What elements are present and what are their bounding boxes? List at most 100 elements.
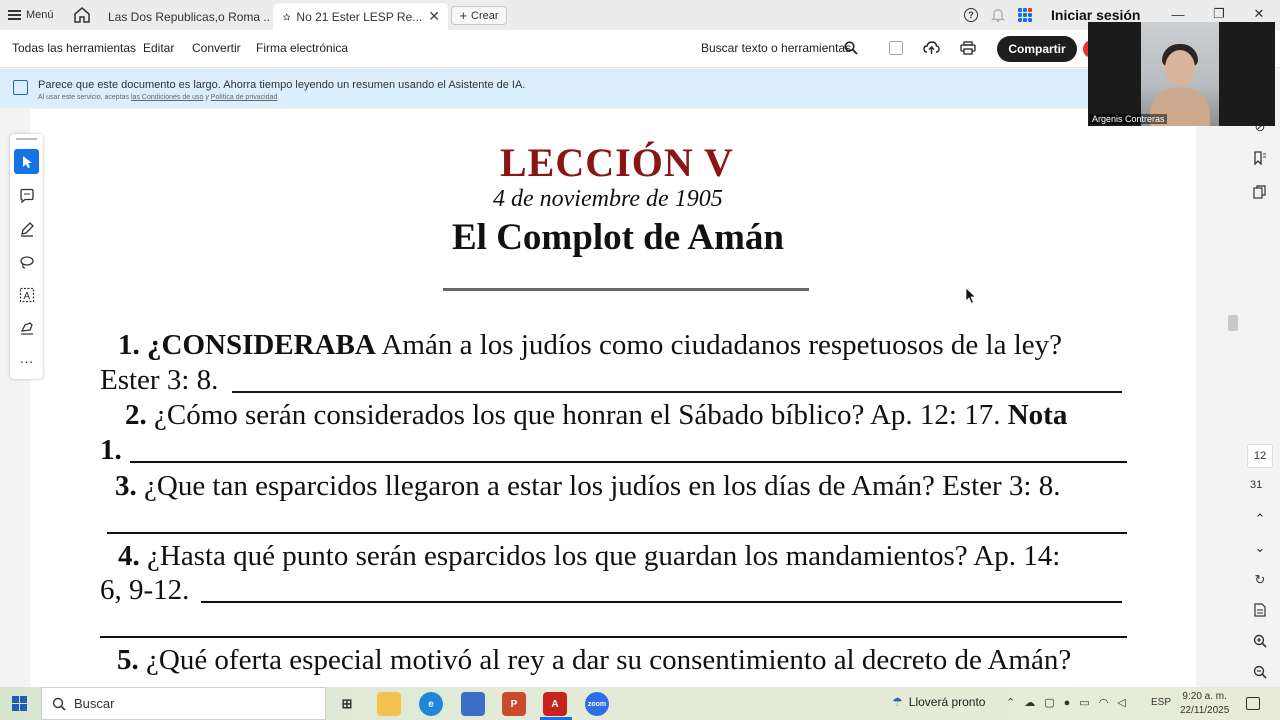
- question-number: 4.: [118, 540, 140, 572]
- clock[interactable]: 9:20 a. m. 22/11/2025: [1180, 690, 1229, 718]
- mouse-cursor: [965, 287, 977, 305]
- title-divider: [443, 288, 809, 291]
- question-1-text: Amán a los judíos como ciudadanos respet…: [381, 329, 1063, 361]
- question-number: 5.: [117, 644, 139, 676]
- participant-face: [1165, 50, 1195, 86]
- rotate-icon[interactable]: ↻: [1253, 572, 1267, 587]
- mic-icon[interactable]: ●: [1064, 697, 1071, 709]
- question-3-text: ¿Que tan esparcidos llegaron a estar los…: [144, 470, 1061, 502]
- question-1-reference: Ester 3: 8.: [100, 364, 219, 396]
- pages-icon[interactable]: [1253, 185, 1267, 199]
- question-1: 1. ¿CONSIDERABA Amán a los judíos como c…: [118, 329, 1062, 362]
- clock-time: 9:20 a. m.: [1182, 691, 1227, 702]
- meet-icon[interactable]: ▢: [1044, 696, 1054, 709]
- file-explorer-icon[interactable]: [377, 692, 401, 716]
- menu-label: Menú: [26, 9, 54, 21]
- tab-label: Las Dos Republicas,o Roma ...: [108, 9, 270, 24]
- document-icon[interactable]: [1253, 603, 1267, 617]
- print-icon[interactable]: [960, 41, 976, 55]
- sign-tool[interactable]: [14, 315, 39, 340]
- weather-widget[interactable]: ☂ Lloverá pronto: [892, 695, 985, 709]
- volume-icon[interactable]: ◁: [1117, 696, 1125, 709]
- signin-link[interactable]: Iniciar sesión: [1051, 7, 1140, 23]
- question-number: 3.: [115, 470, 137, 502]
- banner-sub-prefix: Al usar este servicio, aceptas: [38, 94, 130, 101]
- store-icon[interactable]: [461, 692, 485, 716]
- terms-link[interactable]: las Condiciones de uso: [131, 94, 203, 101]
- minimize-icon[interactable]: —: [1167, 4, 1189, 24]
- answer-line: [201, 601, 1122, 603]
- create-button[interactable]: + Crear: [451, 6, 507, 25]
- note-number: 1.: [100, 434, 122, 466]
- cloud-upload-icon[interactable]: [923, 40, 940, 56]
- answer-line: [130, 461, 1127, 463]
- save-icon[interactable]: [889, 41, 903, 55]
- question-number: 1.: [118, 329, 140, 361]
- convert-menu[interactable]: Convertir: [192, 41, 241, 55]
- all-tools-menu[interactable]: Todas las herramientas: [12, 41, 136, 55]
- share-button[interactable]: Compartir: [997, 36, 1077, 62]
- system-tray: ⌃ ☁ ▢ ● ▭ ◠ ◁: [1006, 696, 1126, 710]
- ai-summary-banner: Parece que este documento es largo. Ahor…: [0, 69, 1095, 108]
- taskbar-search-placeholder: Buscar: [74, 696, 115, 711]
- comment-icon: [19, 188, 34, 203]
- question-5-text: ¿Qué oferta especial motivó al rey a dar…: [146, 644, 1072, 676]
- note-label: Nota: [1007, 399, 1068, 431]
- ai-assistant-icon: [13, 80, 28, 95]
- current-page-input[interactable]: 12: [1247, 444, 1273, 468]
- privacy-link[interactable]: Política de privacidad: [211, 94, 278, 101]
- search-tools-label[interactable]: Buscar texto o herramientas: [701, 41, 851, 55]
- scrollbar-thumb[interactable]: [1228, 315, 1238, 331]
- highlight-tool[interactable]: [14, 216, 39, 241]
- page-down-icon[interactable]: ⌄: [1253, 540, 1267, 555]
- tray-expand-icon[interactable]: ⌃: [1006, 696, 1015, 709]
- edit-menu[interactable]: Editar: [143, 41, 174, 55]
- zoom-icon[interactable]: zoom: [585, 692, 609, 716]
- text-tool[interactable]: A: [14, 282, 39, 307]
- bookmark-icon[interactable]: [1253, 151, 1267, 165]
- search-icon[interactable]: [844, 41, 858, 55]
- acrobat-icon[interactable]: A: [543, 692, 567, 716]
- draw-tool[interactable]: [14, 249, 39, 274]
- zoom-out-icon[interactable]: [1253, 665, 1267, 679]
- wifi-icon[interactable]: ◠: [1099, 696, 1109, 709]
- answer-line: [232, 391, 1122, 393]
- taskbar-search-box[interactable]: Buscar: [41, 687, 326, 720]
- close-window-icon[interactable]: ✕: [1248, 4, 1270, 24]
- battery-icon[interactable]: ▭: [1079, 696, 1089, 709]
- help-icon[interactable]: ?: [964, 8, 978, 22]
- windows-start-icon[interactable]: [12, 696, 27, 711]
- select-tool[interactable]: [14, 149, 39, 174]
- question-number: 2.: [125, 399, 147, 431]
- language-indicator[interactable]: ESP: [1151, 697, 1171, 708]
- task-view-icon[interactable]: ⊞: [335, 692, 359, 716]
- hamburger-icon: [8, 10, 21, 20]
- pen-icon: [20, 221, 34, 237]
- comment-tool[interactable]: [14, 183, 39, 208]
- page-up-icon[interactable]: ⌃: [1253, 511, 1267, 526]
- notifications-icon[interactable]: [1246, 697, 1260, 710]
- lasso-icon: [19, 255, 34, 269]
- text-box-icon: A: [19, 287, 34, 302]
- apps-icon[interactable]: [1018, 8, 1032, 22]
- banner-text: Parece que este documento es largo. Ahor…: [38, 79, 526, 91]
- question-4-text: ¿Hasta qué punto serán esparcidos los qu…: [147, 540, 1061, 572]
- restore-icon[interactable]: ❐: [1208, 4, 1230, 24]
- edge-icon[interactable]: e: [419, 692, 443, 716]
- menu-button[interactable]: Menú: [8, 7, 54, 23]
- bell-icon[interactable]: [991, 7, 1005, 23]
- tab-no21-ester[interactable]: No 21 Ester LESP Re... ✕: [273, 3, 448, 30]
- home-icon[interactable]: [73, 6, 91, 24]
- powerpoint-icon[interactable]: P: [502, 692, 526, 716]
- question-5: 5. ¿Qué oferta especial motivó al rey a …: [117, 644, 1071, 677]
- close-tab-icon[interactable]: ✕: [428, 8, 440, 25]
- panel-handle[interactable]: [16, 138, 37, 140]
- clock-date: 22/11/2025: [1180, 705, 1230, 716]
- cloud-icon[interactable]: ☁: [1024, 696, 1035, 709]
- tab-las-dos-republicas[interactable]: Las Dos Republicas,o Roma ...: [98, 3, 270, 30]
- e-sign-menu[interactable]: Firma electrónica: [256, 41, 348, 55]
- star-icon[interactable]: [283, 10, 291, 24]
- more-tools-icon[interactable]: ···: [14, 348, 39, 373]
- question-2-text: ¿Cómo serán considerados los que honran …: [154, 399, 1001, 431]
- zoom-in-icon[interactable]: [1253, 634, 1267, 648]
